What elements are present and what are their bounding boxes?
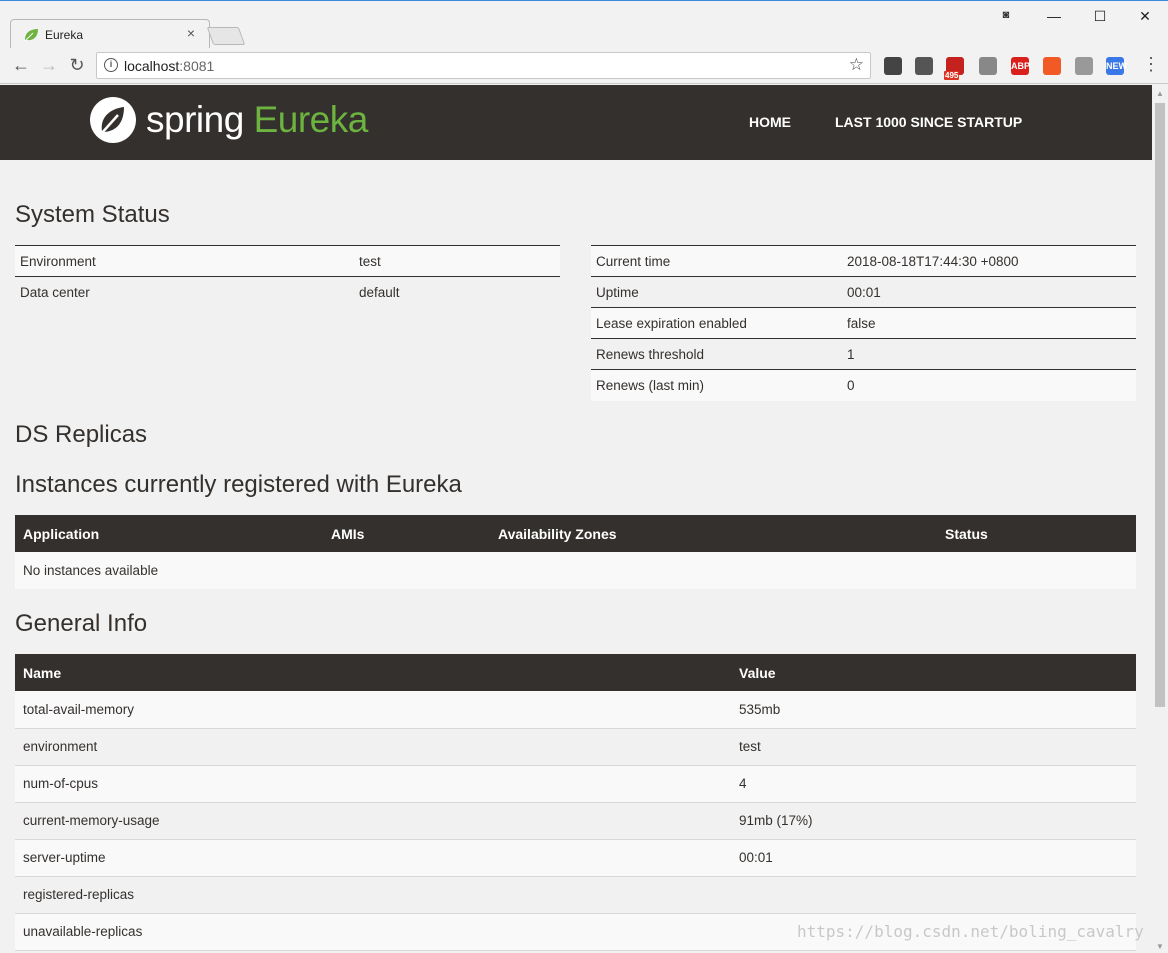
status-value: false bbox=[842, 307, 1136, 339]
empty-message: No instances available bbox=[15, 552, 1136, 589]
watermark-text: https://blog.csdn.net/boling_cavalry bbox=[797, 922, 1144, 941]
general-info-table: Name Value total-avail-memory 535mb envi… bbox=[15, 654, 1136, 951]
table-row: current-memory-usage 91mb (17%) bbox=[15, 802, 1136, 840]
tab-title: Eureka bbox=[45, 28, 84, 42]
table-row: environment test bbox=[15, 728, 1136, 766]
info-name: current-memory-usage bbox=[15, 802, 731, 840]
status-row: Lease expiration enabled false bbox=[591, 307, 1136, 339]
shield-extension-icon[interactable] bbox=[979, 57, 997, 75]
status-value: 0 bbox=[842, 369, 1136, 401]
qr-code-icon[interactable] bbox=[884, 57, 902, 75]
info-value: test bbox=[731, 728, 1136, 766]
minimize-icon[interactable]: — bbox=[1031, 5, 1077, 27]
status-key: Lease expiration enabled bbox=[591, 307, 842, 339]
top-navbar: spring Eureka HOME LAST 1000 SINCE START… bbox=[0, 85, 1152, 160]
tab-eureka[interactable]: Eureka × bbox=[10, 19, 210, 49]
info-name: total-avail-memory bbox=[15, 691, 731, 729]
column-header-availability-zones: Availability Zones bbox=[490, 515, 937, 552]
scroll-up-icon[interactable]: ▲ bbox=[1156, 89, 1164, 98]
bookmark-star-icon[interactable]: ☆ bbox=[849, 55, 864, 75]
info-value bbox=[731, 876, 1136, 914]
status-row: Uptime 00:01 bbox=[591, 276, 1136, 308]
info-name: num-of-cpus bbox=[15, 765, 731, 803]
status-key: Current time bbox=[591, 245, 842, 277]
nav-last-1000-link[interactable]: LAST 1000 SINCE STARTUP bbox=[835, 114, 1022, 130]
eureka-page: spring Eureka HOME LAST 1000 SINCE START… bbox=[0, 85, 1152, 953]
status-key: Uptime bbox=[591, 276, 842, 308]
table-row: total-avail-memory 535mb bbox=[15, 691, 1136, 729]
adblock-plus-icon[interactable]: ABP bbox=[1011, 57, 1030, 75]
info-value: 4 bbox=[731, 765, 1136, 803]
address-bar[interactable]: i localhost:8081 ☆ bbox=[96, 52, 871, 79]
info-name: unavailable-replicas bbox=[15, 913, 731, 951]
status-value: 1 bbox=[842, 338, 1136, 370]
status-key: Renews (last min) bbox=[591, 369, 842, 401]
scroll-down-icon[interactable]: ▼ bbox=[1156, 942, 1164, 951]
ds-replicas-heading: DS Replicas bbox=[15, 421, 148, 448]
gmail-icon[interactable]: 495 bbox=[944, 57, 964, 80]
new-extension-icon[interactable]: NEW bbox=[1106, 57, 1127, 75]
browser-titlebar: Eureka × ◙ — ☐ ✕ bbox=[0, 0, 1168, 49]
site-info-icon[interactable]: i bbox=[104, 58, 118, 72]
instances-table: Application AMIs Availability Zones Stat… bbox=[15, 515, 1136, 589]
evernote-icon[interactable] bbox=[915, 57, 933, 75]
nav-home-link[interactable]: HOME bbox=[749, 114, 791, 130]
status-row: Renews (last min) 0 bbox=[591, 369, 1136, 401]
info-name: environment bbox=[15, 728, 731, 766]
instances-heading: Instances currently registered with Eure… bbox=[15, 471, 462, 498]
url-text: localhost:8081 bbox=[124, 58, 215, 74]
status-key: Renews threshold bbox=[591, 338, 842, 370]
table-row: num-of-cpus 4 bbox=[15, 765, 1136, 803]
column-header-application: Application bbox=[15, 515, 323, 552]
spring-logo-icon bbox=[90, 97, 136, 143]
forward-icon[interactable]: → bbox=[38, 54, 60, 76]
close-window-icon[interactable]: ✕ bbox=[1122, 5, 1168, 27]
extension-warning-icon[interactable] bbox=[1075, 57, 1093, 75]
status-value: 2018-08-18T17:44:30 +0800 bbox=[842, 245, 1136, 277]
general-info-heading: General Info bbox=[15, 610, 148, 637]
info-value: 535mb bbox=[731, 691, 1136, 729]
info-name: registered-replicas bbox=[15, 876, 731, 914]
status-value: test bbox=[354, 245, 560, 277]
status-key: Data center bbox=[15, 276, 354, 308]
status-row: Renews threshold 1 bbox=[591, 338, 1136, 370]
column-header-name: Name bbox=[15, 654, 731, 691]
spring-leaf-icon bbox=[24, 29, 38, 42]
user-profile-icon[interactable]: ◙ bbox=[998, 9, 1014, 25]
column-header-status: Status bbox=[937, 515, 1136, 552]
system-status-right-table: Current time 2018-08-18T17:44:30 +0800 U… bbox=[591, 245, 1136, 401]
info-name: server-uptime bbox=[15, 839, 731, 877]
info-value: 00:01 bbox=[731, 839, 1136, 877]
column-header-value: Value bbox=[731, 654, 1136, 691]
extension-badge: 495 bbox=[944, 71, 960, 80]
maximize-icon[interactable]: ☐ bbox=[1077, 5, 1123, 27]
column-header-amis: AMIs bbox=[323, 515, 490, 552]
status-row: Current time 2018-08-18T17:44:30 +0800 bbox=[591, 245, 1136, 277]
close-tab-icon[interactable]: × bbox=[187, 25, 195, 41]
status-row: Environment test bbox=[15, 245, 560, 277]
browser-toolbar: ← → ↻ i localhost:8081 ☆ 495 ABP NEW ⋮ bbox=[0, 48, 1168, 84]
logo-text: spring Eureka bbox=[146, 99, 368, 140]
table-row: server-uptime 00:01 bbox=[15, 839, 1136, 877]
system-status-left-table: Environment test Data center default bbox=[15, 245, 560, 308]
system-status-heading: System Status bbox=[15, 201, 170, 228]
table-row: No instances available bbox=[15, 552, 1136, 589]
table-row: registered-replicas bbox=[15, 876, 1136, 914]
reload-icon[interactable]: ↻ bbox=[66, 54, 88, 76]
infinity-icon[interactable] bbox=[1043, 57, 1061, 75]
browser-menu-icon[interactable]: ⋮ bbox=[1142, 54, 1160, 75]
new-tab-button[interactable] bbox=[206, 27, 246, 45]
status-key: Environment bbox=[15, 245, 354, 277]
vertical-scrollbar[interactable]: ▲ ▼ bbox=[1152, 85, 1168, 953]
info-value: 91mb (17%) bbox=[731, 802, 1136, 840]
back-icon[interactable]: ← bbox=[10, 54, 32, 76]
status-value: default bbox=[354, 276, 560, 308]
status-row: Data center default bbox=[15, 276, 560, 308]
scroll-thumb[interactable] bbox=[1155, 103, 1165, 707]
status-value: 00:01 bbox=[842, 276, 1136, 308]
